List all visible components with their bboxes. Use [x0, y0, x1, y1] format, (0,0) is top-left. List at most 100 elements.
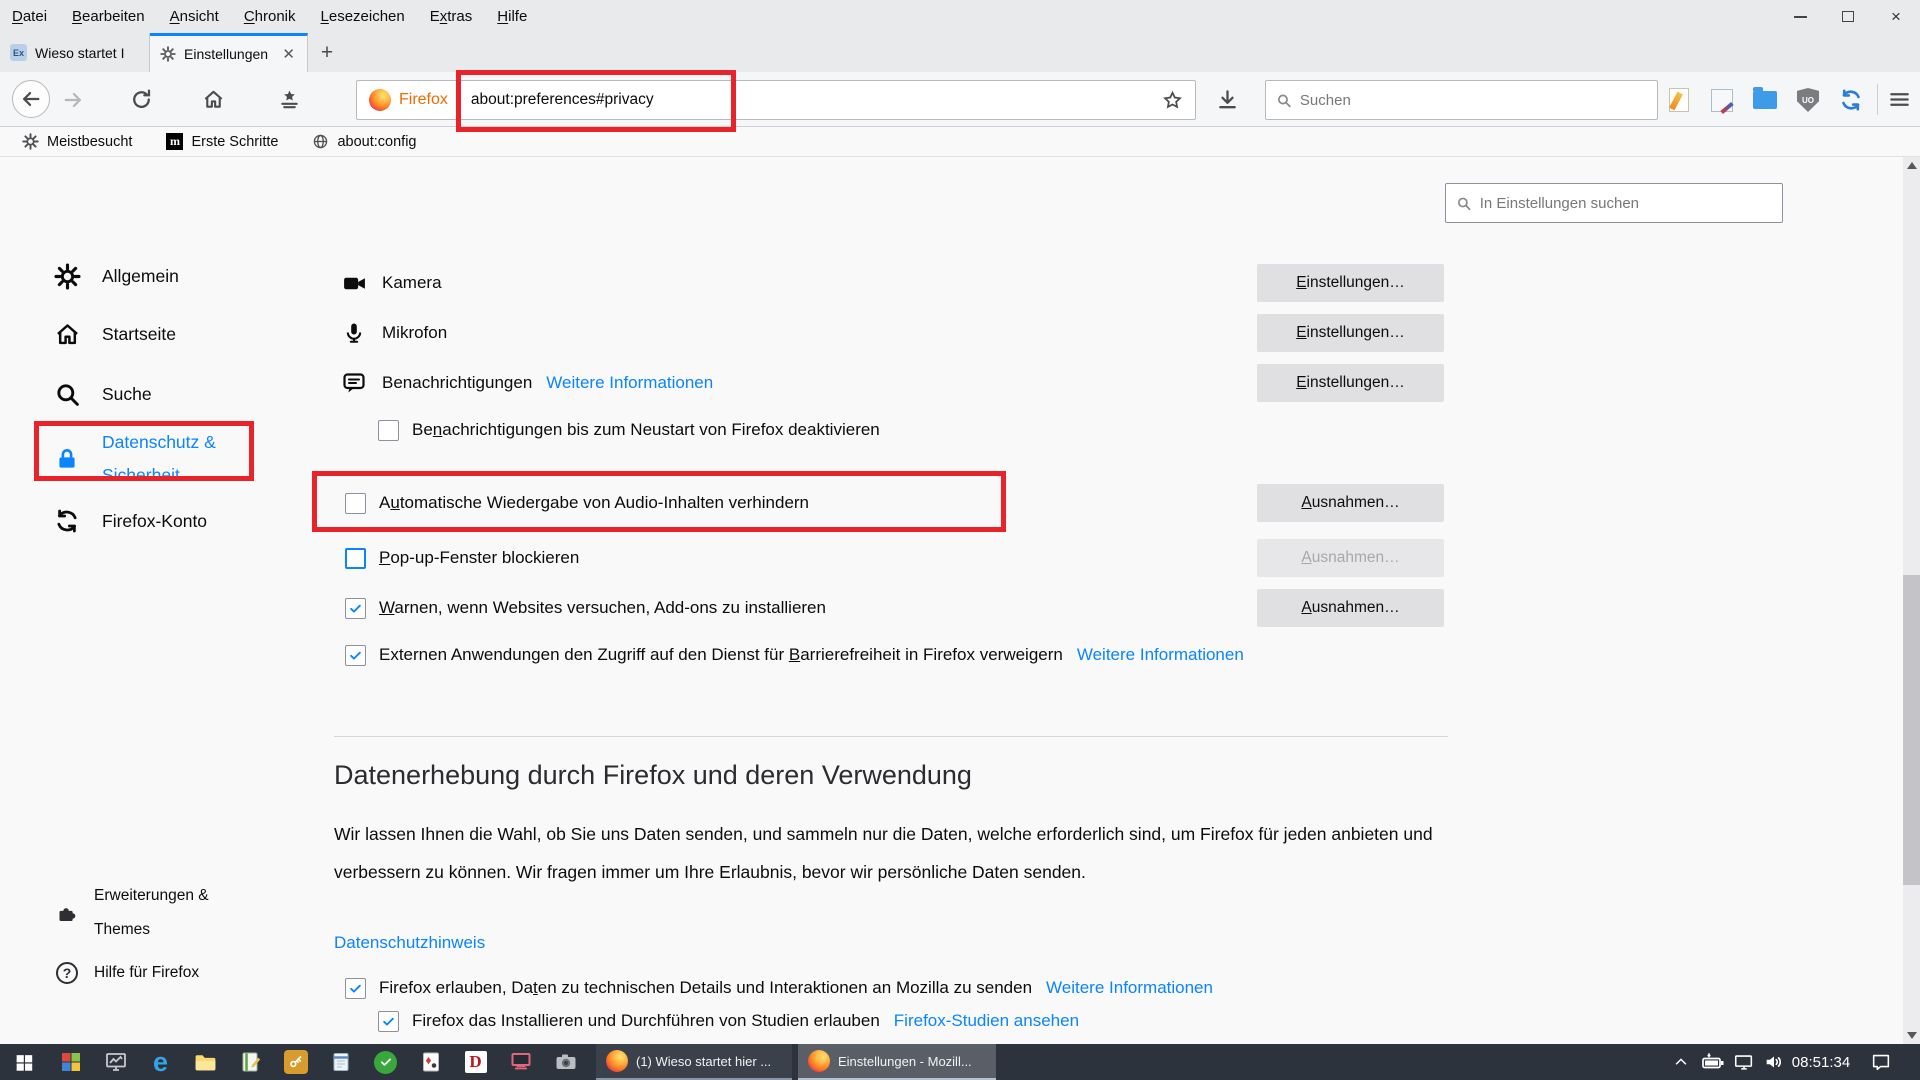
section-divider	[334, 736, 1448, 737]
taskbar-icon-system-monitor[interactable]	[93, 1044, 138, 1080]
sidebar-item-hilfe[interactable]: ? Hilfe für Firefox	[56, 953, 199, 993]
taskbar-window-einstellungen[interactable]: Einstellungen - Mozill...	[798, 1044, 996, 1080]
downloads-button[interactable]	[1216, 88, 1239, 111]
note-extension-button[interactable]	[1666, 87, 1692, 113]
tab-bar: Ex Wieso startet I Einstellungen ✕ +	[0, 33, 1920, 72]
tab-close-icon[interactable]: ✕	[280, 45, 297, 63]
bookmark-erste-schritte[interactable]: m Erste Schritte	[166, 133, 278, 150]
checkbox-checked[interactable]	[345, 598, 366, 619]
weitere-informationen-link[interactable]: Weitere Informationen	[1046, 978, 1213, 998]
forward-button[interactable]	[62, 89, 84, 111]
tab-einstellungen[interactable]: Einstellungen ✕	[150, 33, 308, 72]
action-center-button[interactable]	[1862, 1044, 1900, 1080]
windows-logo-icon	[14, 1052, 35, 1073]
menu-item-bearbeiten[interactable]: Bearbeiten	[72, 8, 145, 25]
checkbox-checked[interactable]	[378, 1011, 399, 1032]
ublock-extension-button[interactable]: UO	[1795, 87, 1821, 113]
menu-item-extras[interactable]: Extras	[430, 8, 473, 25]
weitere-informationen-link[interactable]: Weitere Informationen	[546, 373, 713, 393]
taskbar-icon-notepad[interactable]	[318, 1044, 363, 1080]
app-menu-button[interactable]	[1888, 88, 1911, 111]
taskbar-window-wieso-startet[interactable]: (1) Wieso startet hier ...	[596, 1044, 792, 1080]
benachrichtigungen-settings-button[interactable]: Einstellungen…	[1257, 364, 1444, 402]
sidebar-item-allgemein[interactable]: Allgemein	[52, 256, 179, 296]
new-tab-button[interactable]: +	[308, 33, 346, 72]
sidebar-label: Allgemein	[102, 266, 179, 287]
taskbar-icon-notes[interactable]	[228, 1044, 273, 1080]
bookmark-about-config[interactable]: about:config	[312, 133, 416, 150]
close-button[interactable]: ×	[1872, 0, 1920, 33]
back-arrow-icon	[20, 88, 42, 110]
identity-label[interactable]: Firefox	[399, 91, 448, 109]
checkbox-checked[interactable]	[345, 978, 366, 999]
addon-exceptions-button[interactable]: Ausnahmen…	[1257, 589, 1444, 627]
bookmark-meistbesucht[interactable]: Meistbesucht	[22, 133, 132, 150]
scrollbar-up-arrow[interactable]	[1907, 162, 1917, 169]
checkbox-unchecked[interactable]	[378, 420, 399, 441]
minimize-button[interactable]	[1776, 0, 1824, 33]
sidebar-item-startseite[interactable]: Startseite	[52, 314, 176, 354]
scrollbar-thumb[interactable]	[1903, 575, 1920, 885]
kamera-settings-button[interactable]: Einstellungen…	[1257, 264, 1444, 302]
datenschutzhinweis-link[interactable]: Datenschutzhinweis	[334, 933, 485, 953]
firefox-studien-link[interactable]: Firefox-Studien ansehen	[894, 1011, 1079, 1031]
taskbar-icon-cards[interactable]	[408, 1044, 453, 1080]
checkbox-checked[interactable]	[345, 645, 366, 666]
checkbox-label: Externen Anwendungen den Zugriff auf den…	[379, 645, 1063, 665]
url-bar[interactable]: Firefox about:preferences#privacy	[356, 80, 1196, 120]
sidebar-item-datenschutz-sicherheit[interactable]: Datenschutz &Sicherheit	[52, 425, 216, 493]
permission-row-kamera: Kamera	[340, 262, 442, 304]
bookmark-star-button[interactable]	[1162, 90, 1183, 111]
taskbar-icon-edge[interactable]: e	[138, 1044, 183, 1080]
weitere-informationen-link[interactable]: Weitere Informationen	[1077, 645, 1244, 665]
search-bar[interactable]	[1265, 80, 1658, 120]
menu-item-chronik[interactable]: Chronik	[244, 8, 296, 25]
tray-chevron-button[interactable]	[1666, 1044, 1696, 1080]
taskbar-icon-keepass[interactable]	[273, 1044, 318, 1080]
taskbar-icon-snipping-tool[interactable]	[543, 1044, 588, 1080]
taskbar-icon-desktop-blocks[interactable]	[48, 1044, 93, 1080]
sidebar-item-suche[interactable]: Suche	[52, 374, 152, 414]
reload-button[interactable]	[130, 88, 153, 111]
library-button[interactable]	[278, 88, 301, 111]
menu-item-ansicht[interactable]: Ansicht	[170, 8, 219, 25]
preferences-search-box[interactable]	[1445, 183, 1783, 223]
check-icon	[348, 601, 363, 616]
checkbox-unchecked[interactable]	[345, 493, 366, 514]
network-icon	[1733, 1051, 1755, 1073]
sync-extension-button[interactable]	[1838, 87, 1864, 113]
menu-item-datei[interactable]: Datei	[12, 8, 47, 25]
search-input[interactable]	[1300, 92, 1647, 109]
menu-item-hilfe[interactable]: Hilfe	[497, 8, 527, 25]
scrollbar-down-arrow[interactable]	[1907, 1032, 1917, 1039]
taskbar-clock[interactable]: 08:51:34	[1788, 1044, 1854, 1080]
taskbar-icon-file-explorer[interactable]	[183, 1044, 228, 1080]
tray-battery-button[interactable]	[1696, 1044, 1730, 1080]
battery-icon	[1701, 1050, 1725, 1074]
back-button[interactable]	[12, 80, 50, 118]
maximize-button[interactable]	[1824, 0, 1872, 33]
url-text[interactable]: about:preferences#privacy	[471, 91, 654, 109]
checkbox-unchecked-focused[interactable]	[345, 548, 366, 569]
start-button[interactable]	[0, 1044, 48, 1080]
library-icon	[278, 88, 301, 111]
mikrofon-settings-button[interactable]: Einstellungen…	[1257, 314, 1444, 352]
star-icon	[1162, 90, 1183, 111]
folder-extension-button[interactable]	[1752, 87, 1778, 113]
taskbar-icon-remote-desktop[interactable]	[498, 1044, 543, 1080]
navigation-toolbar: Firefox about:preferences#privacy UO	[0, 72, 1920, 127]
taskbar-icon-security-check[interactable]	[363, 1044, 408, 1080]
tray-volume-button[interactable]	[1758, 1044, 1790, 1080]
tray-network-button[interactable]	[1728, 1044, 1760, 1080]
menu-item-lesezeichen[interactable]: Lesezeichen	[321, 8, 405, 25]
compose-extension-button[interactable]	[1709, 87, 1735, 113]
sidebar-item-firefox-konto[interactable]: Firefox-Konto	[52, 501, 207, 541]
blocks-icon	[59, 1050, 83, 1074]
autoplay-exceptions-button[interactable]: Ausnahmen…	[1257, 484, 1444, 522]
tab-wieso-startet[interactable]: Ex Wieso startet I	[0, 33, 150, 72]
sidebar-item-erweiterungen-themes[interactable]: Erweiterungen &Themes	[56, 879, 209, 947]
preferences-search-input[interactable]	[1480, 195, 1772, 212]
permission-label: Benachrichtigungen	[382, 373, 532, 393]
home-button[interactable]	[202, 88, 225, 111]
taskbar-icon-dictionary[interactable]: D	[453, 1044, 498, 1080]
